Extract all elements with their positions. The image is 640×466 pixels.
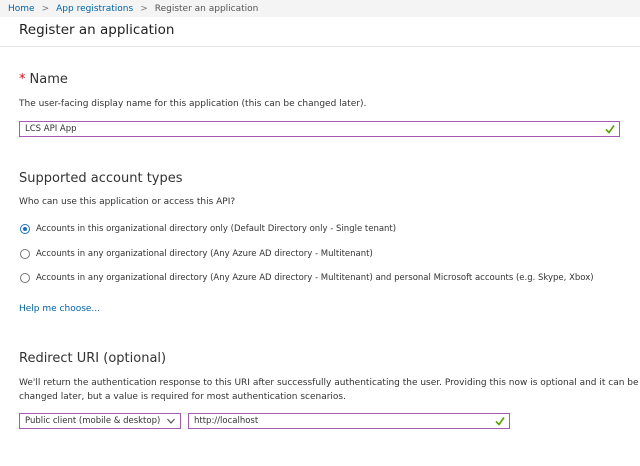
redirect-description-line2: changed later, but a value is required f… — [19, 392, 346, 402]
app-name-input[interactable]: LCS API App — [19, 121, 620, 137]
radio-option-multitenant[interactable]: Accounts in any organizational directory… — [20, 249, 373, 259]
radio-label: Accounts in any organizational directory… — [36, 249, 373, 259]
required-indicator: * — [19, 72, 26, 87]
breadcrumb-app-registrations-link[interactable]: App registrations — [56, 4, 133, 14]
title-bar: Register an application — [0, 17, 640, 47]
valid-check-icon — [605, 125, 615, 134]
radio-option-multitenant-personal[interactable]: Accounts in any organizational directory… — [20, 273, 594, 283]
page-title: Register an application — [19, 22, 175, 38]
radio-button[interactable] — [20, 249, 30, 259]
name-section-title: * Name — [19, 72, 68, 87]
redirect-description-line1: We'll return the authentication response… — [19, 378, 639, 388]
platform-dropdown-value: Public client (mobile & desktop) — [25, 416, 161, 426]
breadcrumb: Home > App registrations > Register an a… — [0, 0, 640, 17]
redirect-uri-input-value: http://localhost — [194, 416, 259, 426]
chevron-right-icon: > — [41, 3, 50, 14]
account-types-title: Supported account types — [19, 171, 183, 186]
app-name-input-value: LCS API App — [25, 124, 77, 134]
account-types-question: Who can use this application or access t… — [19, 197, 236, 207]
redirect-uri-input[interactable]: http://localhost — [188, 413, 510, 429]
name-description: The user-facing display name for this ap… — [19, 99, 367, 109]
platform-dropdown[interactable]: Public client (mobile & desktop) — [19, 413, 181, 429]
breadcrumb-current: Register an application — [154, 3, 259, 14]
radio-button-selected[interactable] — [20, 224, 30, 234]
redirect-uri-title: Redirect URI (optional) — [19, 351, 167, 366]
valid-check-icon — [495, 417, 505, 426]
radio-label: Accounts in this organizational director… — [36, 224, 397, 234]
chevron-down-icon — [167, 418, 175, 424]
chevron-right-icon: > — [140, 3, 148, 14]
radio-button[interactable] — [20, 273, 30, 283]
radio-option-single-tenant[interactable]: Accounts in this organizational director… — [20, 224, 396, 234]
name-section-label: Name — [29, 72, 68, 87]
radio-label: Accounts in any organizational directory… — [36, 273, 594, 283]
help-me-choose-link[interactable]: Help me choose... — [19, 304, 100, 314]
breadcrumb-home-link[interactable]: Home — [8, 4, 35, 14]
